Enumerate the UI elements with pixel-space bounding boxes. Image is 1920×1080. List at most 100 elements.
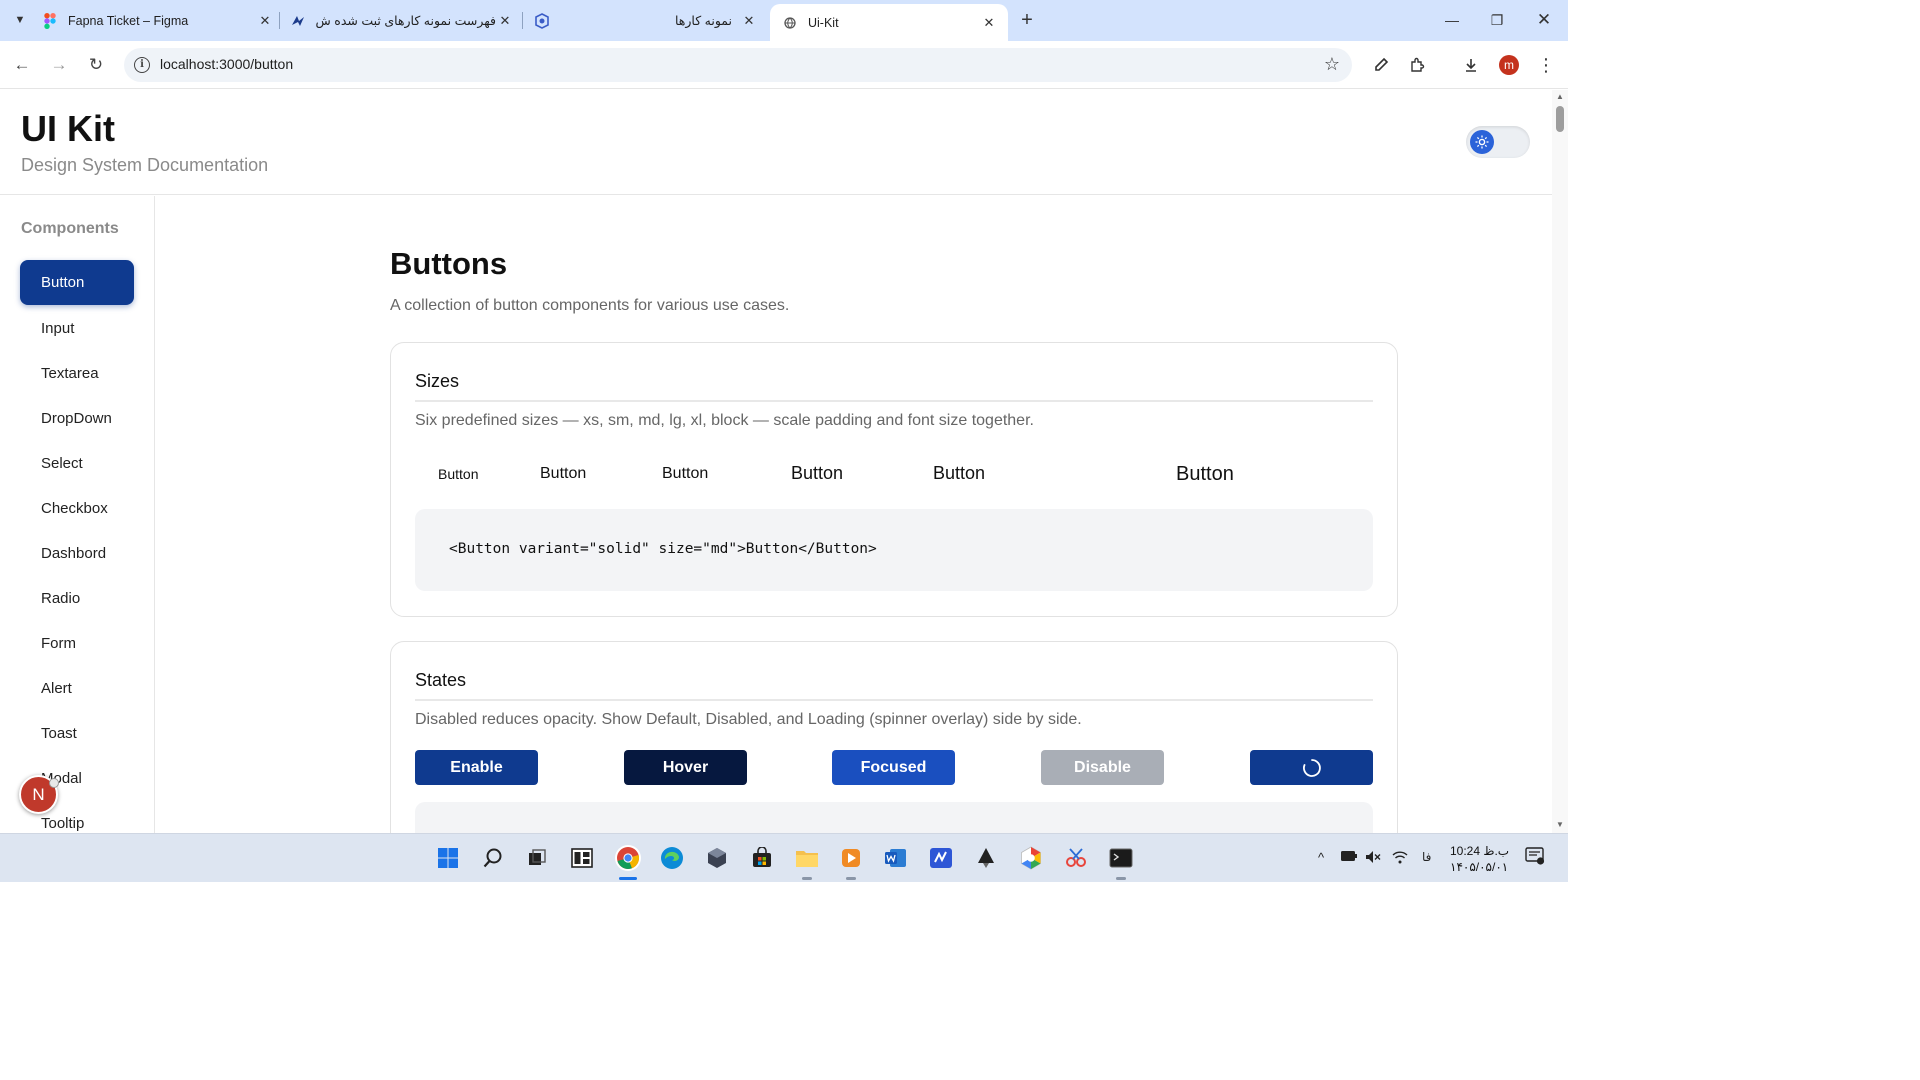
eyedropper-icon[interactable] (1369, 53, 1393, 77)
url-text: localhost:3000/button (160, 56, 294, 72)
scroll-thumb[interactable] (1556, 106, 1564, 132)
cube-app-icon[interactable] (704, 845, 730, 871)
tab-title: نمونه کارها (674, 14, 732, 28)
sidebar-item-dashbord[interactable]: Dashbord (20, 531, 134, 576)
sidebar-item-label: DropDown (41, 410, 112, 427)
close-window-button[interactable]: ✕ (1532, 8, 1556, 32)
file-explorer-icon[interactable] (794, 845, 820, 871)
divider (415, 400, 1373, 402)
sidebar-item-select[interactable]: Select (20, 441, 134, 486)
sidebar-item-label: Select (41, 455, 83, 472)
tab-portfolio-list[interactable]: فهرست نمونه کارهای ثبت شده ش ✕ (290, 0, 514, 41)
tab-portfolio[interactable]: نمونه کارها ✕ (534, 0, 758, 41)
page-scrollbar[interactable]: ▲ ▼ (1552, 90, 1568, 833)
tab-search-button[interactable]: ▼ (8, 8, 32, 32)
sidebar-item-toast[interactable]: Toast (20, 711, 134, 756)
focused-button[interactable]: Focused (832, 750, 955, 785)
site-title: UI Kit (21, 108, 115, 149)
scroll-up-icon[interactable]: ▲ (1555, 92, 1565, 101)
store-icon[interactable] (749, 845, 775, 871)
button-xs[interactable]: Button (438, 466, 478, 482)
back-arrow-icon[interactable]: ← (10, 53, 34, 77)
address-bar[interactable]: i localhost:3000/button ☆ (124, 48, 1352, 82)
sidebar-item-alert[interactable]: Alert (20, 666, 134, 711)
sidebar-item-label: Textarea (41, 365, 99, 382)
sidebar-item-form[interactable]: Form (20, 621, 134, 666)
code-editor-icon[interactable] (928, 845, 954, 871)
close-icon[interactable]: ✕ (980, 14, 998, 32)
more-menu-icon[interactable]: ⋮ (1534, 53, 1558, 77)
button-md[interactable]: Button (662, 465, 708, 483)
figma-icon (42, 12, 58, 29)
tab-title: فهرست نمونه کارهای ثبت شده ش (316, 14, 496, 28)
inkscape-icon[interactable] (973, 845, 999, 871)
new-tab-button[interactable]: + (1016, 9, 1038, 31)
minimize-button[interactable]: — (1440, 8, 1464, 32)
tab-figma[interactable]: Fapna Ticket – Figma ✕ (42, 0, 274, 41)
widgets-icon[interactable] (569, 845, 595, 871)
section-title: Sizes (415, 371, 460, 391)
snipping-tool-icon[interactable] (1063, 845, 1089, 871)
hover-button[interactable]: Hover (624, 750, 747, 785)
sidebar-item-button[interactable]: Button (20, 260, 134, 305)
button-xl[interactable]: Button (933, 463, 985, 484)
tab-ui-kit[interactable]: Ui-Kit ✕ (770, 4, 1008, 41)
tab-title: Fapna Ticket – Figma (68, 13, 189, 28)
disable-button: Disable (1041, 750, 1164, 785)
sidebar-item-checkbox[interactable]: Checkbox (20, 486, 134, 531)
site-icon (534, 12, 550, 29)
sidebar-item-radio[interactable]: Radio (20, 576, 134, 621)
reload-icon[interactable]: ↻ (84, 53, 108, 77)
tab-title: Ui-Kit (808, 15, 839, 30)
close-icon[interactable]: ✕ (496, 12, 514, 30)
section-description: Six predefined sizes — xs, sm, md, lg, x… (415, 412, 1034, 429)
sidebar-item-input[interactable]: Input (20, 306, 134, 351)
wifi-icon[interactable] (1392, 850, 1408, 867)
media-player-icon[interactable] (838, 845, 864, 871)
windows-start-icon[interactable] (435, 845, 461, 871)
browser-tab-strip: ▼ Fapna Ticket – Figma ✕ فهرست نمونه کار… (0, 0, 1568, 41)
speaker-muted-icon[interactable] (1365, 850, 1381, 867)
sidebar-item-textarea[interactable]: Textarea (20, 351, 134, 396)
states-section: States Disabled reduces opacity. Show De… (390, 641, 1398, 833)
task-view-icon[interactable] (524, 845, 550, 871)
clock-time: 10:24 ب.ظ (1450, 844, 1510, 858)
chevron-up-icon[interactable]: ^ (1318, 850, 1324, 865)
close-icon[interactable]: ✕ (256, 12, 274, 30)
code-text: <Button variant="solid" size="md">Button… (449, 541, 877, 557)
running-app-indicator (802, 877, 812, 880)
loading-button[interactable] (1250, 750, 1373, 785)
restore-button[interactable]: ❐ (1485, 8, 1509, 32)
sidebar-item-label: Tooltip (41, 815, 85, 832)
site-header: UI Kit Design System Documentation (0, 90, 1552, 195)
profile-avatar[interactable]: m (1499, 55, 1519, 75)
button-block[interactable]: Button (1176, 463, 1234, 486)
scroll-down-icon[interactable]: ▼ (1555, 820, 1565, 829)
close-icon[interactable]: ✕ (740, 12, 758, 30)
chrome-icon[interactable] (615, 845, 641, 871)
site-info-icon[interactable]: i (134, 57, 150, 73)
edge-icon[interactable] (659, 845, 685, 871)
extensions-icon[interactable] (1405, 53, 1429, 77)
enable-button[interactable]: Enable (415, 750, 538, 785)
word-icon[interactable] (883, 845, 909, 871)
input-language[interactable]: فا (1422, 850, 1431, 864)
sun-icon (1470, 130, 1494, 154)
theme-toggle[interactable] (1466, 126, 1530, 158)
notifications-icon[interactable] (1525, 847, 1545, 868)
system-clock[interactable]: 10:24 ب.ظ ۱۴۰۵/۰۵/۰۱ (1450, 843, 1509, 875)
running-app-indicator (846, 877, 856, 880)
sidebar-item-dropdown[interactable]: DropDown (20, 396, 134, 441)
section-title: States (415, 670, 467, 690)
button-sm[interactable]: Button (540, 465, 586, 483)
sidebar-item-label: Toast (41, 725, 77, 742)
color-app-icon[interactable] (1018, 845, 1044, 871)
download-icon[interactable] (1459, 53, 1483, 77)
forward-arrow-icon[interactable]: → (47, 53, 71, 77)
button-lg[interactable]: Button (791, 463, 843, 484)
bookmark-star-icon[interactable]: ☆ (1324, 54, 1340, 75)
search-icon[interactable] (480, 845, 506, 871)
battery-icon[interactable] (1340, 850, 1358, 865)
terminal-icon[interactable] (1108, 845, 1134, 871)
sidebar-item-label: Checkbox (41, 500, 108, 517)
